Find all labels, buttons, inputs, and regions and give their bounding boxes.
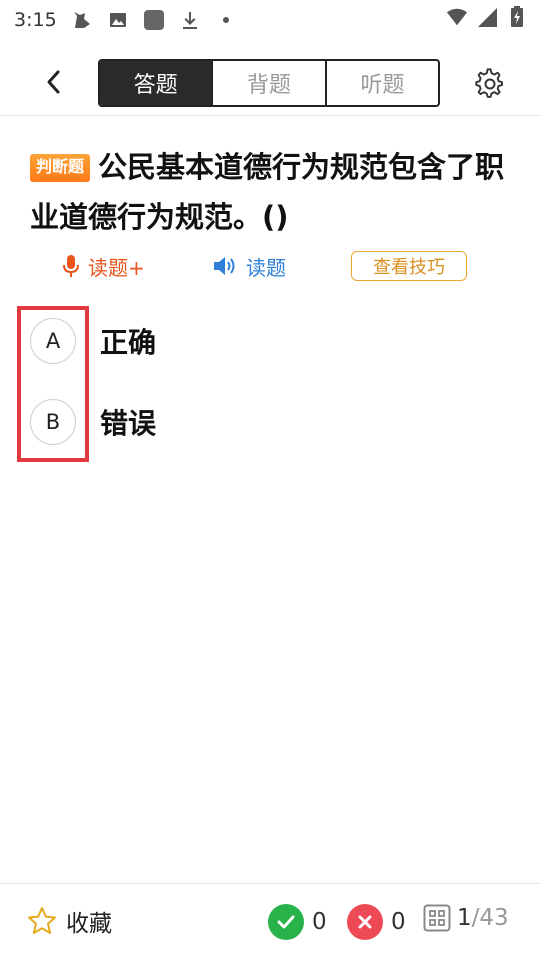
- tab-answer[interactable]: 答题: [100, 61, 212, 105]
- cellular-signal-icon: [476, 6, 498, 28]
- back-button[interactable]: [36, 64, 72, 100]
- progress-current: 1: [457, 905, 472, 931]
- view-tips-button[interactable]: 查看技巧: [351, 251, 467, 281]
- dot-icon: [215, 9, 237, 31]
- bottom-bar: 收藏 0 0 1 / 43: [0, 883, 540, 960]
- status-bar: 3:15: [0, 0, 540, 40]
- app-square-icon: [143, 9, 165, 31]
- mode-tabs: 答题 背题 听题: [98, 59, 440, 107]
- favorite-button[interactable]: 收藏: [26, 904, 112, 938]
- read-plus-label: 读题+: [88, 255, 145, 280]
- grid-icon: [423, 904, 451, 932]
- battery-icon: [506, 6, 528, 28]
- read-plus-button[interactable]: 读题+: [62, 246, 145, 286]
- wrong-count: 0: [347, 904, 406, 940]
- chevron-left-icon: [47, 70, 60, 94]
- tab-memorize[interactable]: 背题: [211, 61, 324, 105]
- favorite-label: 收藏: [66, 911, 112, 937]
- microphone-icon: [63, 255, 79, 277]
- status-icons-right: [446, 6, 528, 28]
- question-progress-button[interactable]: 1 / 43: [423, 904, 509, 932]
- wifi-icon: [446, 6, 468, 28]
- settings-button[interactable]: [472, 66, 508, 102]
- image-icon: [107, 9, 129, 31]
- correct-count: 0: [268, 904, 327, 940]
- star-icon: [28, 907, 56, 934]
- read-button[interactable]: 读题: [212, 246, 286, 286]
- status-icons-left: [71, 9, 237, 31]
- question-actions: 读题+ 读题 查看技巧: [0, 246, 540, 286]
- read-label: 读题: [246, 255, 286, 280]
- speaker-icon: [214, 257, 235, 275]
- option-b-text: 错误: [100, 407, 157, 440]
- options-highlight-box: [17, 306, 89, 462]
- cross-icon: [347, 904, 383, 940]
- progress-total: 43: [479, 905, 509, 931]
- correct-count-value: 0: [312, 909, 327, 935]
- option-a-text: 正确: [100, 326, 157, 359]
- gear-icon: [475, 68, 503, 98]
- question-text: 公民基本道德行为规范包含了职业道德行为规范。(): [30, 150, 505, 234]
- header: 答题 背题 听题: [0, 50, 540, 116]
- tab-listen[interactable]: 听题: [324, 61, 438, 105]
- progress-separator: /: [471, 905, 480, 931]
- check-icon: [268, 904, 304, 940]
- question-text-block: 判断题 公民基本道德行为规范包含了职业道德行为规范。(): [30, 142, 510, 242]
- download-icon: [179, 9, 201, 31]
- question-type-badge: 判断题: [30, 154, 91, 182]
- wrong-count-value: 0: [391, 909, 406, 935]
- status-time: 3:15: [14, 9, 57, 31]
- cat-icon: [71, 9, 93, 31]
